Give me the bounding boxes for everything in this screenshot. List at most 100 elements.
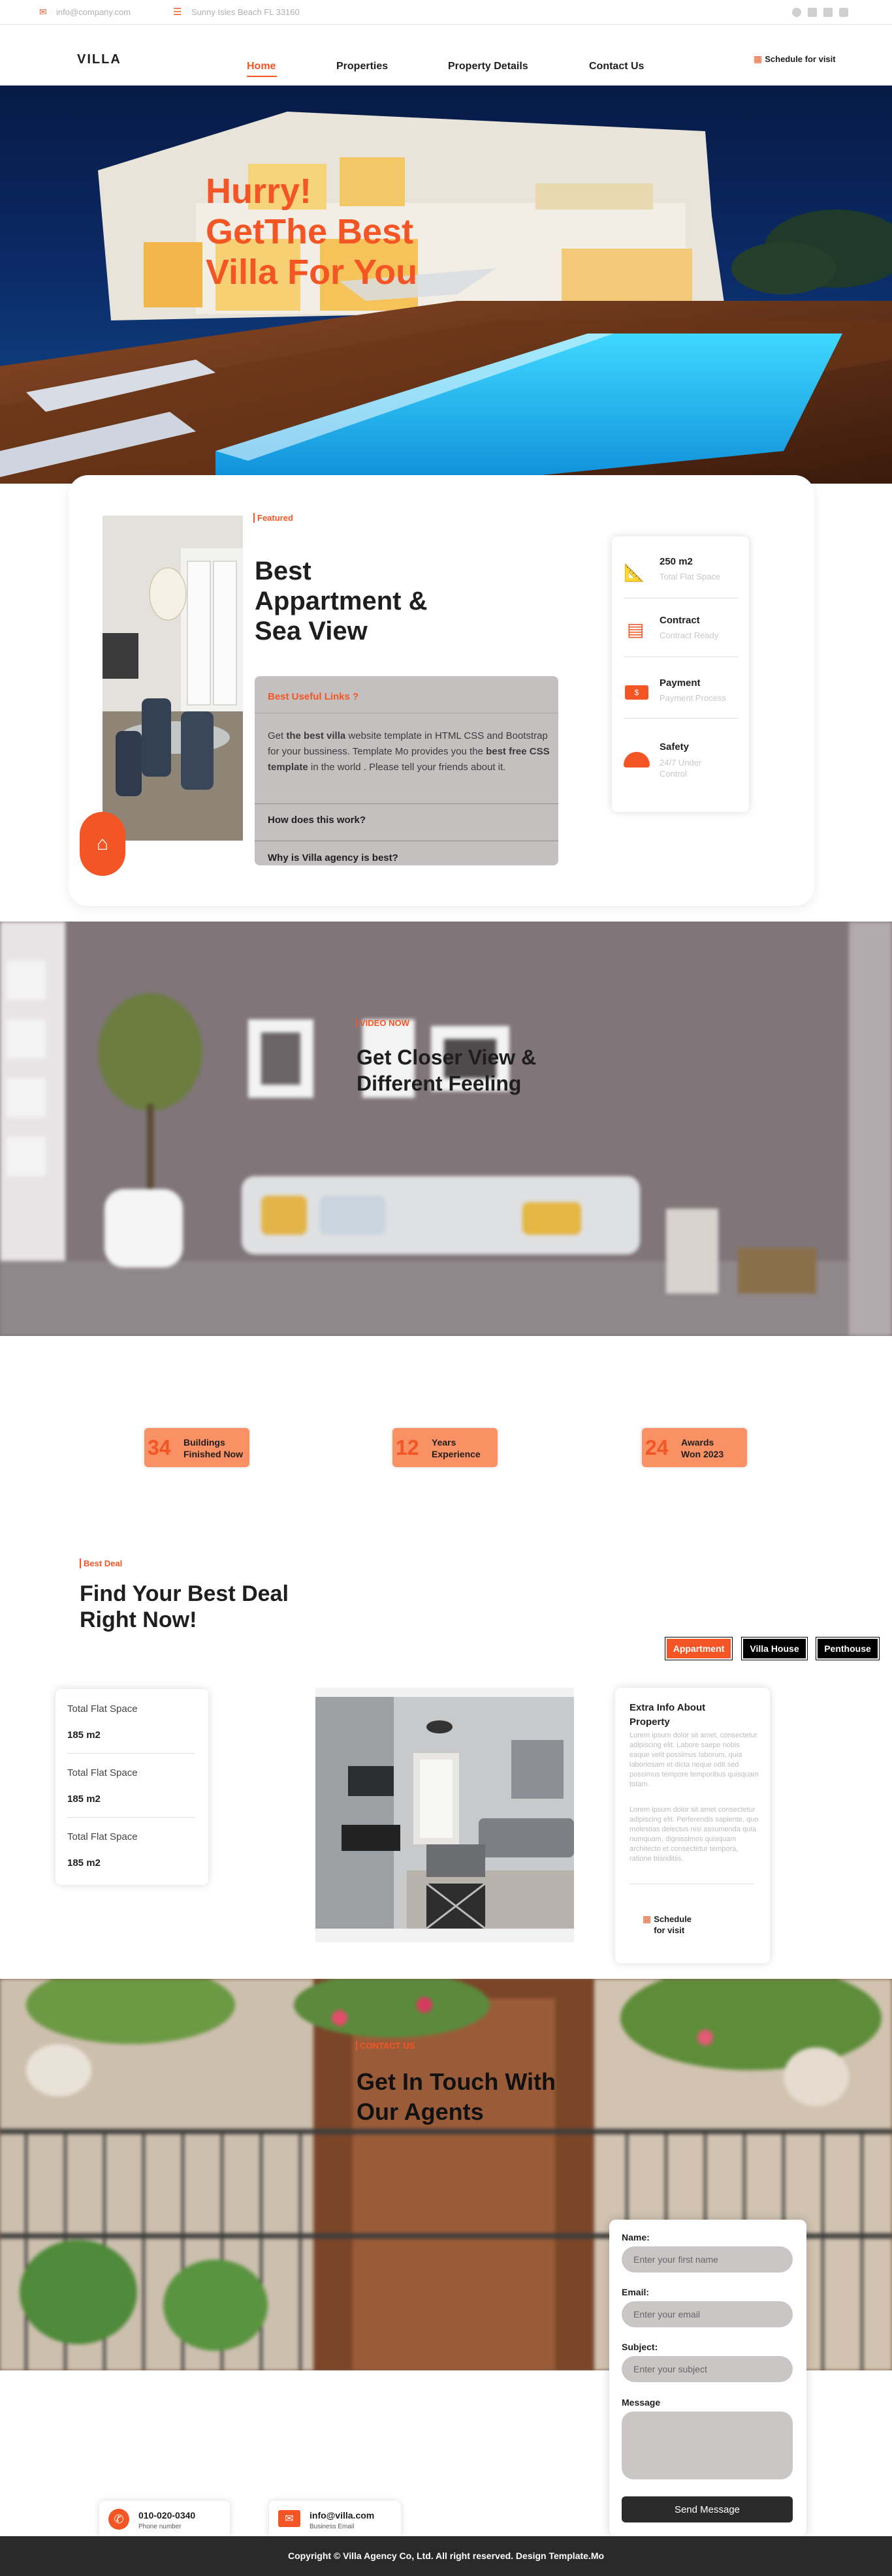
featured-title-line-1: Best: [255, 557, 311, 585]
video-section[interactable]: VIDEO NOW Get Closer View & Different Fe…: [0, 922, 892, 1336]
phone-number: 010-020-0340: [138, 2510, 196, 2521]
counter-number: 34: [148, 1436, 171, 1459]
business-email: info@villa.com: [310, 2510, 375, 2521]
calendar-icon: ▦: [754, 54, 763, 64]
spec-divider: [67, 1753, 195, 1754]
instagram-icon[interactable]: [839, 8, 848, 17]
counter-label-line-1: Buildings: [183, 1437, 225, 1448]
spec-divider: [67, 1817, 195, 1818]
deal-specs-box: Total Flat Space 185 m2 Total Flat Space…: [56, 1689, 208, 1885]
topbar-address: Sunny Isles Beach FL 33160: [191, 7, 300, 17]
calendar-icon: ▦: [643, 1914, 652, 1924]
info-divider: [624, 718, 738, 719]
accordion-text: in the world . Please tell your friends …: [308, 762, 506, 773]
phone-contact-box[interactable]: ✆ 010-020-0340 Phone number: [99, 2501, 230, 2539]
nav-properties[interactable]: Properties: [336, 61, 388, 72]
deal-title: Find Your Best Deal Right Now!: [80, 1581, 289, 1633]
footer: Copyright © Villa Agency Co, Ltd. All ri…: [0, 2536, 892, 2576]
schedule-visit-button[interactable]: ▦ Schedule for visit: [754, 54, 836, 65]
name-input[interactable]: [622, 2246, 793, 2273]
counter-label-line-2: Won 2023: [681, 1449, 724, 1459]
deal-schedule-button[interactable]: ▦ Schedule for visit: [643, 1914, 692, 1936]
nav-property-details[interactable]: Property Details: [448, 61, 528, 72]
tab-penthouse[interactable]: Penthouse: [816, 1637, 879, 1660]
accordion-item-3-header[interactable]: Why is Villa agency is best?: [268, 852, 398, 863]
deal-title-line-2: Right Now!: [80, 1607, 197, 1632]
phone-icon: ✆: [108, 2509, 129, 2530]
featured-tag: Featured: [253, 513, 293, 523]
name-label: Name:: [622, 2232, 650, 2242]
info-title: Safety: [660, 741, 690, 753]
nav-home[interactable]: Home: [247, 61, 276, 72]
spec-value: 185 m2: [67, 1793, 101, 1805]
contact-title: Get In Touch With Our Agents: [357, 2067, 556, 2127]
document-icon: ▤: [627, 619, 645, 640]
schedule-visit-label: Schedule for visit: [765, 54, 836, 64]
accordion-item-1-header[interactable]: Best Useful Links ?: [268, 691, 358, 702]
featured-title-line-3: Sea View: [255, 617, 368, 645]
main-nav: VILLA Home Properties Property Details C…: [0, 25, 892, 85]
info-subtitle: Contract Ready: [660, 630, 719, 640]
phone-label: Phone number: [138, 2523, 182, 2530]
featured-image: [103, 516, 243, 841]
linkedin-icon[interactable]: [823, 8, 833, 17]
spec-label: Total Flat Space: [67, 1703, 138, 1715]
accordion-divider: [255, 803, 558, 804]
deal-schedule-label-line-1: Schedule: [654, 1914, 692, 1924]
email-label: Email:: [622, 2287, 650, 2297]
accordion-item-1-body: Get the best villa website template in H…: [268, 728, 555, 775]
deal-schedule-label-line-2: for visit: [654, 1925, 685, 1935]
extra-info-paragraph-2: Lorem ipsum dolor sit amet consectetur a…: [629, 1806, 759, 1863]
counter-label-line-2: Experience: [432, 1449, 481, 1459]
featured-title-line-2: Appartment &: [255, 587, 428, 615]
counter-label-line-2: Finished Now: [183, 1449, 243, 1459]
info-subtitle: Total Flat Space: [660, 572, 721, 582]
contact-title-line-2: Our Agents: [357, 2098, 484, 2125]
ruler-icon: 📐: [624, 563, 645, 582]
nav-active-indicator: [247, 76, 277, 77]
tab-villa-house[interactable]: Villa House: [742, 1637, 807, 1660]
email-contact-box[interactable]: ✉ info@villa.com Business Email: [269, 2501, 401, 2539]
hero-title-line-1: Hurry!: [206, 172, 312, 211]
nav-contact-us[interactable]: Contact Us: [589, 61, 644, 72]
envelope-icon: ✉: [278, 2510, 300, 2527]
counter-label: Buildings Finished Now: [183, 1436, 243, 1460]
accordion-item-2-header[interactable]: How does this work?: [268, 815, 366, 826]
spec-value: 185 m2: [67, 1857, 101, 1869]
hero-title-line-3: Villa For You: [206, 253, 418, 292]
message-textarea[interactable]: [622, 2412, 793, 2479]
envelope-icon: ✉: [39, 7, 47, 17]
building-icon: ⌂: [96, 833, 109, 854]
deal-title-line-1: Find Your Best Deal: [80, 1581, 289, 1606]
twitter-icon[interactable]: [808, 8, 817, 17]
business-email-label: Business Email: [310, 2523, 355, 2530]
video-tag: VIDEO NOW: [356, 1018, 409, 1028]
hero-villa-image: [0, 112, 892, 484]
logo[interactable]: VILLA: [77, 52, 121, 67]
counter-label-line-1: Years: [432, 1437, 456, 1448]
email-input[interactable]: [622, 2301, 793, 2327]
tab-appartment[interactable]: Appartment: [665, 1637, 732, 1660]
info-title: Payment: [660, 677, 701, 689]
deal-schedule-label: Schedule for visit: [654, 1914, 692, 1936]
counter-years: 12 Years Experience: [392, 1428, 498, 1467]
topbar-email[interactable]: info@company.com: [56, 7, 131, 17]
video-title-line-2: Different Feeling: [357, 1072, 522, 1095]
extra-info-paragraph-1: Lorem ipsum dolor sit amet, consectetur …: [629, 1731, 759, 1788]
accordion-text: Get: [268, 730, 287, 741]
send-message-button[interactable]: Send Message: [622, 2496, 793, 2522]
extra-info-title: Extra Info About Property: [629, 1702, 706, 1728]
subject-input[interactable]: [622, 2356, 793, 2382]
info-subtitle: Payment Process: [660, 693, 726, 703]
accordion-bold-text: the best villa: [286, 730, 346, 741]
featured-badge: ⌂: [80, 812, 125, 876]
spec-label: Total Flat Space: [67, 1767, 138, 1778]
subject-label: Subject:: [622, 2342, 658, 2352]
facebook-icon[interactable]: [792, 8, 801, 17]
featured-title: Best Appartment & Sea View: [255, 556, 427, 646]
hero-title: Hurry! GetThe Best Villa For You: [206, 171, 417, 292]
hero-banner: Hurry! GetThe Best Villa For You: [0, 85, 892, 484]
info-title: 250 m2: [660, 556, 693, 567]
counter-label-line-1: Awards: [681, 1437, 714, 1448]
spec-value: 185 m2: [67, 1730, 101, 1741]
